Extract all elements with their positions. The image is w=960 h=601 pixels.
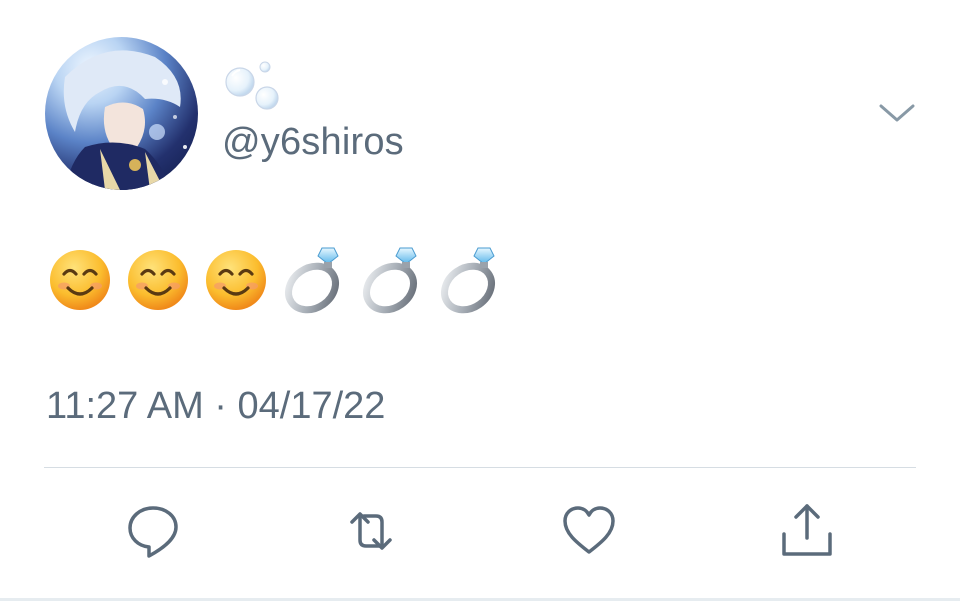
more-options-button[interactable] xyxy=(875,96,919,128)
heart-icon xyxy=(563,506,615,554)
reply-icon xyxy=(128,506,178,558)
share-icon xyxy=(782,504,832,556)
smiling-face-emoji xyxy=(128,250,188,310)
chevron-down-icon xyxy=(879,104,915,122)
tweet-action-bar xyxy=(0,500,960,570)
display-name[interactable] xyxy=(222,58,302,118)
smiling-face-emoji xyxy=(50,250,110,310)
user-handle[interactable]: @y6shiros xyxy=(222,120,404,164)
bubbles-icon xyxy=(225,61,279,110)
tweet-text xyxy=(48,238,518,318)
like-button[interactable] xyxy=(558,500,620,562)
ring-emoji xyxy=(285,247,339,314)
smiling-face-emoji xyxy=(206,250,266,310)
reply-button[interactable] xyxy=(122,500,184,562)
avatar-illustration xyxy=(63,50,187,190)
ring-emoji xyxy=(363,247,417,314)
retweet-icon xyxy=(350,512,392,550)
share-button[interactable] xyxy=(776,500,838,562)
retweet-button[interactable] xyxy=(340,500,402,562)
tweet-timestamp[interactable]: 11:27 AM · 04/17/22 xyxy=(46,384,385,428)
divider xyxy=(44,467,916,468)
avatar[interactable] xyxy=(45,37,198,190)
ring-emoji xyxy=(441,247,495,314)
